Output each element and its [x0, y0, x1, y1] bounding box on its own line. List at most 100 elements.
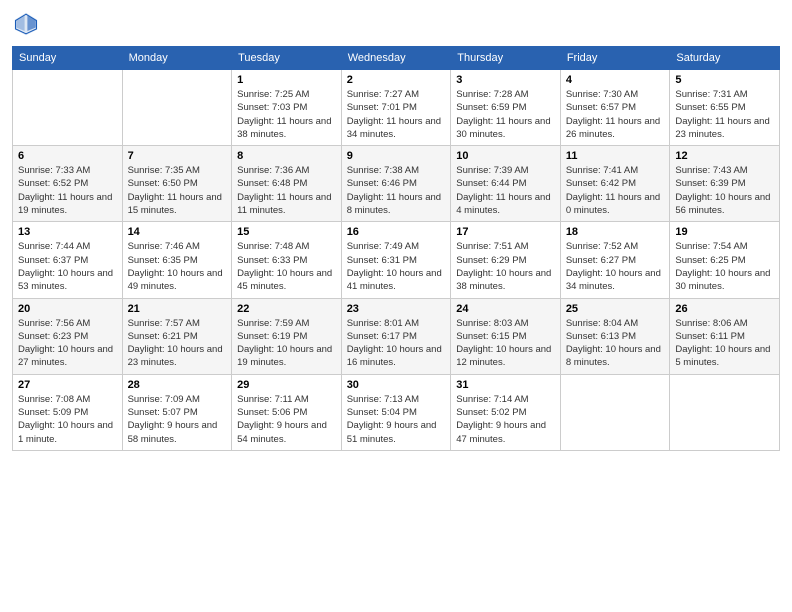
day-info: Sunrise: 7:13 AM Sunset: 5:04 PM Dayligh… — [347, 393, 446, 446]
calendar-day-cell: 20 Sunrise: 7:56 AM Sunset: 6:23 PM Dayli… — [13, 298, 123, 374]
calendar-day-cell: 3 Sunrise: 7:28 AM Sunset: 6:59 PM Daylig… — [451, 70, 561, 146]
calendar-header-tuesday: Tuesday — [232, 47, 342, 70]
day-info: Sunrise: 7:25 AM Sunset: 7:03 PM Dayligh… — [237, 88, 336, 141]
day-info: Sunrise: 7:08 AM Sunset: 5:09 PM Dayligh… — [18, 393, 117, 446]
day-number: 18 — [566, 226, 665, 238]
calendar-header-saturday: Saturday — [670, 47, 780, 70]
logo-icon — [12, 10, 40, 38]
day-number: 19 — [675, 226, 774, 238]
day-number: 23 — [347, 303, 446, 315]
day-number: 7 — [128, 150, 227, 162]
calendar-day-cell: 1 Sunrise: 7:25 AM Sunset: 7:03 PM Daylig… — [232, 70, 342, 146]
day-number: 1 — [237, 74, 336, 86]
day-number: 11 — [566, 150, 665, 162]
calendar-day-cell: 5 Sunrise: 7:31 AM Sunset: 6:55 PM Daylig… — [670, 70, 780, 146]
day-info: Sunrise: 7:36 AM Sunset: 6:48 PM Dayligh… — [237, 164, 336, 217]
calendar-day-cell: 22Sunrise: 7:59 AM Sunset: 6:19 PM Dayli… — [232, 298, 342, 374]
day-number: 13 — [18, 226, 117, 238]
day-info: Sunrise: 7:38 AM Sunset: 6:46 PM Dayligh… — [347, 164, 446, 217]
page-container: SundayMondayTuesdayWednesdayThursdayFrid… — [0, 0, 792, 461]
day-number: 22 — [237, 303, 336, 315]
day-number: 29 — [237, 379, 336, 391]
calendar-day-cell: 14 Sunrise: 7:46 AM Sunset: 6:35 PM Dayli… — [122, 222, 232, 298]
day-number: 6 — [18, 150, 117, 162]
day-number: 3 — [456, 74, 555, 86]
calendar-day-cell: 27 Sunrise: 7:08 AM Sunset: 5:09 PM Dayli… — [13, 374, 123, 450]
day-number: 10 — [456, 150, 555, 162]
day-info: Sunrise: 7:39 AM Sunset: 6:44 PM Dayligh… — [456, 164, 555, 217]
day-info: Sunrise: 7:28 AM Sunset: 6:59 PM Dayligh… — [456, 88, 555, 141]
page-header — [12, 10, 780, 38]
day-info: Sunrise: 7:44 AM Sunset: 6:37 PM Dayligh… — [18, 240, 117, 293]
day-number: 27 — [18, 379, 117, 391]
day-number: 8 — [237, 150, 336, 162]
day-number: 5 — [675, 74, 774, 86]
calendar-day-cell: 10 Sunrise: 7:39 AM Sunset: 6:44 PM Dayli… — [451, 146, 561, 222]
logo — [12, 10, 42, 38]
day-info: Sunrise: 7:48 AM Sunset: 6:33 PM Dayligh… — [237, 240, 336, 293]
day-number: 21 — [128, 303, 227, 315]
calendar-day-cell: 29 Sunrise: 7:11 AM Sunset: 5:06 PM Dayli… — [232, 374, 342, 450]
day-info: Sunrise: 7:27 AM Sunset: 7:01 PM Dayligh… — [347, 88, 446, 141]
calendar-day-cell: 11 Sunrise: 7:41 AM Sunset: 6:42 PM Dayli… — [560, 146, 670, 222]
calendar-day-cell: 8 Sunrise: 7:36 AM Sunset: 6:48 PM Daylig… — [232, 146, 342, 222]
day-info: Sunrise: 7:11 AM Sunset: 5:06 PM Dayligh… — [237, 393, 336, 446]
calendar-day-cell: 24Sunrise: 8:03 AM Sunset: 6:15 PM Dayli… — [451, 298, 561, 374]
day-info: Sunrise: 7:41 AM Sunset: 6:42 PM Dayligh… — [566, 164, 665, 217]
day-number: 28 — [128, 379, 227, 391]
day-number: 20 — [18, 303, 117, 315]
day-info: Sunrise: 7:30 AM Sunset: 6:57 PM Dayligh… — [566, 88, 665, 141]
day-info: Sunrise: 8:03 AM Sunset: 6:15 PM Dayligh… — [456, 317, 555, 370]
day-number: 12 — [675, 150, 774, 162]
day-info: Sunrise: 7:14 AM Sunset: 5:02 PM Dayligh… — [456, 393, 555, 446]
calendar-week-3: 13 Sunrise: 7:44 AM Sunset: 6:37 PM Dayli… — [13, 222, 780, 298]
day-info: Sunrise: 7:54 AM Sunset: 6:25 PM Dayligh… — [675, 240, 774, 293]
calendar-day-cell: 30Sunrise: 7:13 AM Sunset: 5:04 PM Dayli… — [341, 374, 451, 450]
calendar-day-cell: 12 Sunrise: 7:43 AM Sunset: 6:39 PM Dayli… — [670, 146, 780, 222]
calendar-header-monday: Monday — [122, 47, 232, 70]
calendar-week-4: 20 Sunrise: 7:56 AM Sunset: 6:23 PM Dayli… — [13, 298, 780, 374]
calendar-header-wednesday: Wednesday — [341, 47, 451, 70]
day-number: 2 — [347, 74, 446, 86]
calendar-header-sunday: Sunday — [13, 47, 123, 70]
calendar-day-cell: 25 Sunrise: 8:04 AM Sunset: 6:13 PM Dayli… — [560, 298, 670, 374]
day-info: Sunrise: 8:06 AM Sunset: 6:11 PM Dayligh… — [675, 317, 774, 370]
calendar-day-cell: 7Sunrise: 7:35 AM Sunset: 6:50 PM Daylig… — [122, 146, 232, 222]
day-number: 31 — [456, 379, 555, 391]
day-info: Sunrise: 8:04 AM Sunset: 6:13 PM Dayligh… — [566, 317, 665, 370]
day-info: Sunrise: 7:51 AM Sunset: 6:29 PM Dayligh… — [456, 240, 555, 293]
day-number: 14 — [128, 226, 227, 238]
day-info: Sunrise: 7:56 AM Sunset: 6:23 PM Dayligh… — [18, 317, 117, 370]
calendar-day-cell: 4Sunrise: 7:30 AM Sunset: 6:57 PM Daylig… — [560, 70, 670, 146]
day-number: 9 — [347, 150, 446, 162]
calendar-week-1: 1 Sunrise: 7:25 AM Sunset: 7:03 PM Daylig… — [13, 70, 780, 146]
day-info: Sunrise: 7:31 AM Sunset: 6:55 PM Dayligh… — [675, 88, 774, 141]
calendar-header-thursday: Thursday — [451, 47, 561, 70]
day-info: Sunrise: 7:43 AM Sunset: 6:39 PM Dayligh… — [675, 164, 774, 217]
calendar-day-cell: 2 Sunrise: 7:27 AM Sunset: 7:01 PM Daylig… — [341, 70, 451, 146]
day-info: Sunrise: 7:46 AM Sunset: 6:35 PM Dayligh… — [128, 240, 227, 293]
calendar-day-cell: 15Sunrise: 7:48 AM Sunset: 6:33 PM Dayli… — [232, 222, 342, 298]
calendar-week-2: 6 Sunrise: 7:33 AM Sunset: 6:52 PM Daylig… — [13, 146, 780, 222]
calendar-day-cell: 23Sunrise: 8:01 AM Sunset: 6:17 PM Dayli… — [341, 298, 451, 374]
calendar-day-cell: 19 Sunrise: 7:54 AM Sunset: 6:25 PM Dayli… — [670, 222, 780, 298]
day-info: Sunrise: 7:52 AM Sunset: 6:27 PM Dayligh… — [566, 240, 665, 293]
calendar-day-cell: 18 Sunrise: 7:52 AM Sunset: 6:27 PM Dayli… — [560, 222, 670, 298]
calendar-day-cell: 9 Sunrise: 7:38 AM Sunset: 6:46 PM Daylig… — [341, 146, 451, 222]
calendar-day-cell: 21 Sunrise: 7:57 AM Sunset: 6:21 PM Dayli… — [122, 298, 232, 374]
calendar-header-friday: Friday — [560, 47, 670, 70]
day-info: Sunrise: 7:33 AM Sunset: 6:52 PM Dayligh… — [18, 164, 117, 217]
calendar-day-cell: 6 Sunrise: 7:33 AM Sunset: 6:52 PM Daylig… — [13, 146, 123, 222]
day-info: Sunrise: 7:09 AM Sunset: 5:07 PM Dayligh… — [128, 393, 227, 446]
day-number: 25 — [566, 303, 665, 315]
calendar-day-cell: 26 Sunrise: 8:06 AM Sunset: 6:11 PM Dayli… — [670, 298, 780, 374]
calendar-week-5: 27 Sunrise: 7:08 AM Sunset: 5:09 PM Dayli… — [13, 374, 780, 450]
calendar-day-cell: 31 Sunrise: 7:14 AM Sunset: 5:02 PM Dayli… — [451, 374, 561, 450]
day-number: 26 — [675, 303, 774, 315]
calendar-day-cell: 16 Sunrise: 7:49 AM Sunset: 6:31 PM Dayli… — [341, 222, 451, 298]
calendar-day-cell — [560, 374, 670, 450]
day-number: 16 — [347, 226, 446, 238]
calendar-day-cell: 13 Sunrise: 7:44 AM Sunset: 6:37 PM Dayli… — [13, 222, 123, 298]
day-info: Sunrise: 7:49 AM Sunset: 6:31 PM Dayligh… — [347, 240, 446, 293]
day-info: Sunrise: 7:57 AM Sunset: 6:21 PM Dayligh… — [128, 317, 227, 370]
